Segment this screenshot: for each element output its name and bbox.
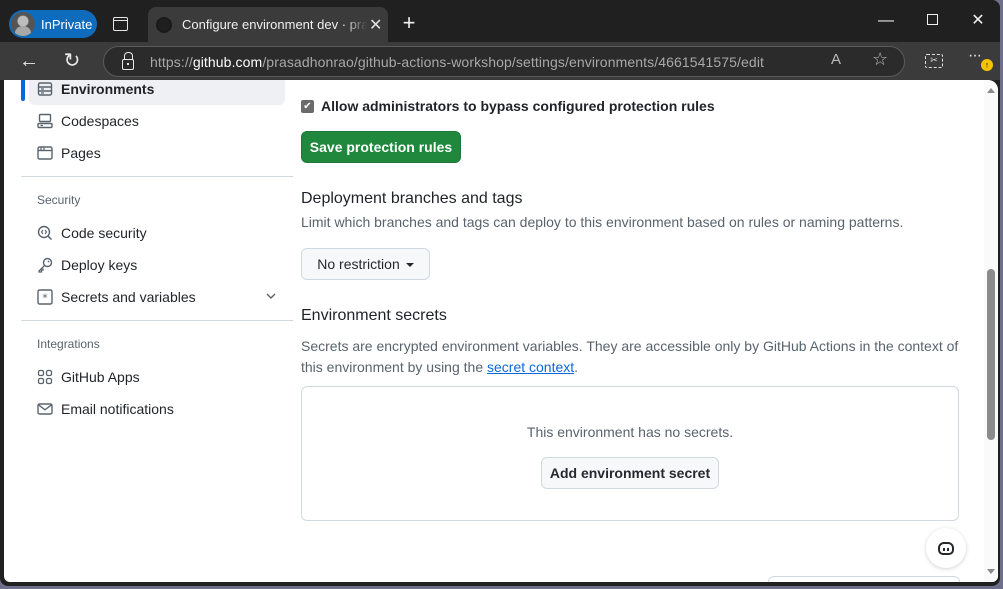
server-icon: [37, 81, 53, 97]
environment-secrets-description: Secrets are encrypted environment variab…: [301, 336, 961, 378]
sidebar-item-email-notifications[interactable]: Email notifications: [29, 393, 285, 425]
secrets-description-end: .: [574, 359, 579, 375]
close-window-button[interactable]: ✕: [963, 10, 993, 32]
update-badge-icon: ↑: [981, 59, 993, 71]
bypass-rules-label: Allow administrators to bypass configure…: [321, 98, 715, 114]
codescan-icon: [37, 225, 53, 241]
no-secrets-message: This environment has no secrets.: [526, 424, 734, 440]
codespaces-icon: [37, 113, 53, 129]
add-environment-secret-button[interactable]: Add environment secret: [541, 457, 719, 489]
url-text[interactable]: https://github.com/prasadhonrao/github-a…: [150, 54, 764, 70]
bypass-rules-checkbox[interactable]: ✔: [301, 99, 314, 113]
deployment-branches-title: Deployment branches and tags: [301, 190, 523, 207]
chevron-down-icon[interactable]: [265, 289, 277, 305]
next-section-box: [768, 576, 960, 582]
group-label-security: Security: [37, 193, 81, 207]
read-aloud-icon[interactable]: A: [831, 51, 841, 68]
screenshot-capture-icon[interactable]: ✂: [925, 54, 943, 68]
sidebar-item-github-apps[interactable]: GitHub Apps: [29, 361, 285, 393]
sidebar-item-label: Email notifications: [61, 401, 174, 417]
asterisk-icon: *: [37, 289, 53, 305]
settings-sidebar: Environments Codespaces Pages Security C…: [4, 80, 294, 582]
lock-icon[interactable]: [122, 51, 134, 70]
url-scheme: https://: [150, 53, 193, 70]
sidebar-item-pages[interactable]: Pages: [29, 137, 285, 169]
secret-context-link[interactable]: secret context: [487, 359, 574, 375]
copilot-icon: [938, 541, 954, 555]
github-favicon-icon: [156, 16, 172, 33]
address-bar[interactable]: https://github.com/prasadhonrao/github-a…: [103, 46, 905, 77]
scrollbar-thumb[interactable]: [987, 269, 995, 440]
caret-down-icon: [405, 263, 414, 268]
new-tab-button[interactable]: +: [398, 10, 420, 36]
sidebar-divider: [21, 176, 293, 177]
bypass-rules-checkbox-row[interactable]: ✔ Allow administrators to bypass configu…: [301, 98, 715, 114]
sidebar-divider: [21, 320, 293, 321]
sidebar-item-code-security[interactable]: Code security: [29, 217, 285, 249]
sidebar-item-label: Codespaces: [61, 113, 139, 129]
svg-text:*: *: [42, 292, 48, 305]
page-scrollbar[interactable]: [984, 80, 998, 582]
browser-toolbar: ← ↻ https://github.com/prasadhonrao/gith…: [0, 42, 1000, 80]
deployment-restriction-dropdown[interactable]: No restriction: [301, 248, 430, 280]
browser-icon: [37, 145, 53, 161]
environment-settings-main: ✔ Allow administrators to bypass configu…: [301, 80, 961, 582]
browser-tab-active[interactable]: Configure environment dev · prasadhonrao…: [148, 7, 388, 42]
mail-icon: [37, 401, 53, 417]
scroll-up-arrow-icon[interactable]: [987, 88, 995, 93]
url-host: github.com: [192, 53, 263, 70]
favorite-star-icon[interactable]: ☆: [872, 49, 888, 70]
tab-actions-icon[interactable]: [113, 17, 128, 31]
sidebar-item-label: Environments: [61, 81, 155, 97]
profile-avatar-icon: [11, 12, 35, 36]
sidebar-item-label: Deploy keys: [61, 257, 138, 273]
deployment-branches-description: Limit which branches and tags can deploy…: [301, 214, 904, 230]
browser-window: InPrivate Configure environment dev · pr…: [0, 0, 1000, 586]
secrets-description-text: Secrets are encrypted environment variab…: [301, 338, 959, 375]
sidebar-item-secrets-and-variables[interactable]: * Secrets and variables: [29, 281, 285, 313]
url-path: /prasadhonrao/github-actions-workshop/se…: [262, 53, 765, 70]
dropdown-value: No restriction: [317, 256, 400, 272]
github-settings-page: Environments Codespaces Pages Security C…: [4, 80, 998, 582]
refresh-button[interactable]: ↻: [58, 48, 86, 76]
minimize-button[interactable]: —: [871, 10, 901, 32]
secrets-empty-state: This environment has no secrets. Add env…: [301, 386, 959, 521]
tab-strip: InPrivate Configure environment dev · pr…: [0, 0, 1000, 42]
group-label-integrations: Integrations: [37, 337, 100, 351]
apps-icon: [37, 369, 53, 385]
back-button[interactable]: ←: [15, 48, 43, 76]
sidebar-item-label: GitHub Apps: [61, 369, 140, 385]
sidebar-item-label: Pages: [61, 145, 101, 161]
tab-close-icon[interactable]: ✕: [369, 15, 382, 35]
maximize-button[interactable]: [917, 10, 947, 32]
save-protection-rules-button[interactable]: Save protection rules: [301, 131, 461, 163]
inprivate-label: InPrivate: [41, 16, 93, 32]
active-indicator: [21, 80, 25, 101]
maximize-icon: [926, 14, 938, 25]
sidebar-item-label: Code security: [61, 225, 147, 241]
scroll-down-arrow-icon[interactable]: [987, 569, 995, 574]
environment-secrets-title: Environment secrets: [301, 307, 447, 324]
sidebar-item-deploy-keys[interactable]: Deploy keys: [29, 249, 285, 281]
key-icon: [37, 257, 53, 273]
sidebar-item-codespaces[interactable]: Codespaces: [29, 105, 285, 137]
sidebar-item-label: Secrets and variables: [61, 289, 196, 305]
more-menu-icon[interactable]: ···: [968, 47, 982, 65]
tab-title: Configure environment dev · prasadhonrao…: [182, 17, 367, 32]
inprivate-badge[interactable]: InPrivate: [9, 10, 97, 38]
copilot-chat-button[interactable]: [926, 528, 966, 568]
sidebar-item-environments[interactable]: Environments: [29, 80, 285, 105]
